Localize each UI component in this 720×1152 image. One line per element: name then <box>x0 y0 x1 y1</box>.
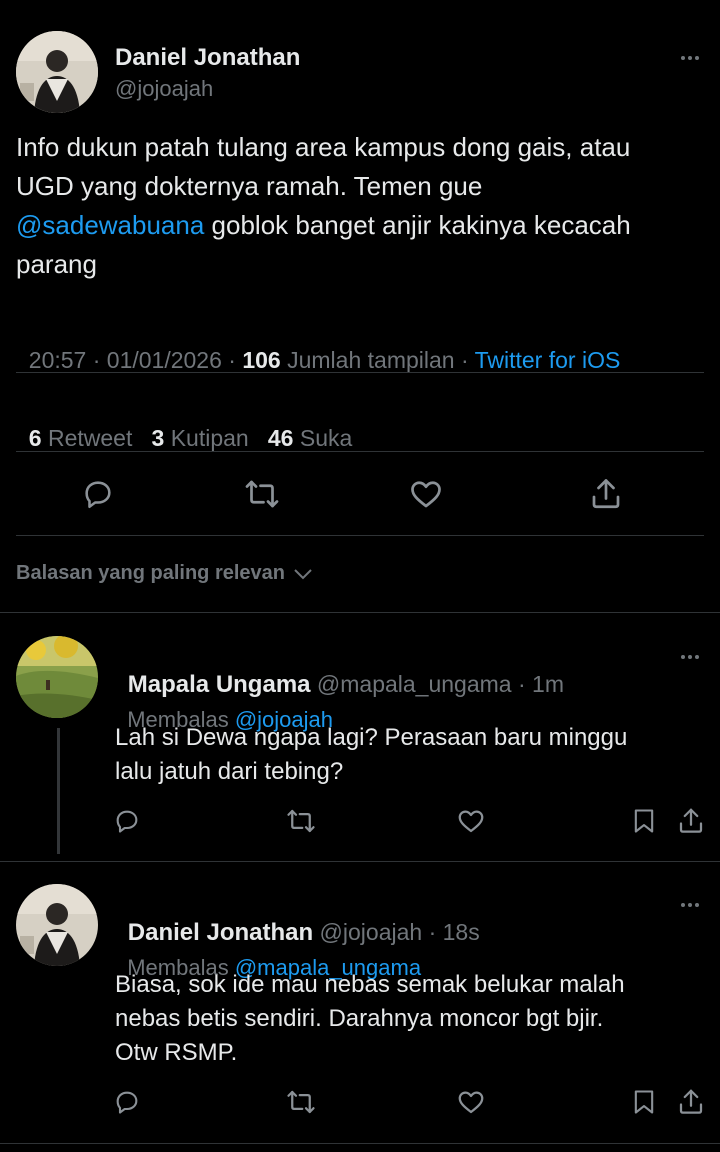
avatar-photo-icon <box>16 636 98 718</box>
bookmark-icon[interactable] <box>627 1085 661 1119</box>
main-author-avatar[interactable] <box>16 31 98 113</box>
retweet-count[interactable]: 6 <box>29 425 42 451</box>
main-author-name[interactable]: Daniel Jonathan <box>115 44 300 72</box>
divider <box>16 535 704 536</box>
reply-text-line: Biasa, sok ide mau nebas semak belukar m… <box>115 971 625 998</box>
retweet-icon[interactable] <box>284 1085 318 1119</box>
tweet-text-line: Info dukun patah tulang area kampus dong… <box>16 132 631 162</box>
reply-avatar[interactable] <box>16 884 98 966</box>
main-more-options-icon[interactable] <box>681 56 699 60</box>
like-icon[interactable] <box>454 804 488 838</box>
tweet-metadata: 20:57 · 01/01/2026 · 106 Jumlah tampilan… <box>16 320 621 374</box>
avatar-photo-icon <box>16 884 98 966</box>
reply-sort-label: Balasan yang paling relevan <box>16 562 285 584</box>
views-label: Jumlah tampilan · <box>280 347 475 373</box>
reply-icon[interactable] <box>110 1085 144 1119</box>
quote-label[interactable]: Kutipan <box>171 425 249 451</box>
reply-avatar[interactable] <box>16 636 98 718</box>
mention-link[interactable]: @sadewabuana <box>16 210 204 240</box>
share-icon[interactable] <box>674 804 708 838</box>
reply-text: Lah si Dewa ngapa lagi? Perasaan baru mi… <box>115 721 627 789</box>
main-tweet-text: Info dukun patah tulang area kampus dong… <box>16 128 706 284</box>
retweet-icon[interactable] <box>284 804 318 838</box>
like-label[interactable]: Suka <box>300 425 352 451</box>
avatar-photo-icon <box>16 31 98 113</box>
tweet-text-line: @sadewabuana goblok banget anjir kakinya… <box>16 206 706 245</box>
views-count[interactable]: 106 <box>242 347 280 373</box>
bookmark-icon[interactable] <box>627 804 661 838</box>
tweet-text-fragment: goblok banget anjir kakinya kecacah <box>204 210 631 240</box>
retweet-icon[interactable] <box>242 474 282 514</box>
reply-text-line: nebas betis sendiri. Darahnya moncor bgt… <box>115 1005 604 1032</box>
tweet-timestamp[interactable]: 20:57 · 01/01/2026 · <box>29 347 243 373</box>
tweet-text-line: parang <box>16 249 97 279</box>
share-icon[interactable] <box>674 1085 708 1119</box>
reply-more-options-icon[interactable] <box>681 903 699 907</box>
divider <box>16 372 704 373</box>
reply-text-line: Otw RSMP. <box>115 1039 238 1066</box>
reply-icon[interactable] <box>110 804 144 838</box>
divider <box>16 451 704 452</box>
retweet-label[interactable]: Retweet <box>48 425 132 451</box>
tweet-text-line: UGD yang dokternya ramah. Temen gue <box>16 171 483 201</box>
reply-icon[interactable] <box>78 474 118 514</box>
divider <box>0 861 720 862</box>
divider <box>0 1143 720 1144</box>
divider <box>0 612 720 613</box>
quote-count[interactable]: 3 <box>152 425 165 451</box>
main-author-handle[interactable]: @jojoajah <box>115 76 213 102</box>
share-icon[interactable] <box>586 474 626 514</box>
reply-text: Biasa, sok ide mau nebas semak belukar m… <box>115 968 625 1070</box>
reply-sort-dropdown[interactable]: Balasan yang paling relevan <box>16 562 313 585</box>
thread-line <box>57 728 60 854</box>
reply-more-options-icon[interactable] <box>681 655 699 659</box>
like-icon[interactable] <box>454 1085 488 1119</box>
reply-text-line: Lah si Dewa ngapa lagi? Perasaan baru mi… <box>115 724 628 751</box>
chevron-down-icon <box>294 568 312 579</box>
like-count[interactable]: 46 <box>268 425 294 451</box>
source-link[interactable]: Twitter for iOS <box>475 347 621 373</box>
reply-text-line: lalu jatuh dari tebing? <box>115 758 344 785</box>
reply-handle-time[interactable]: @mapala_ungama · 1m <box>317 671 564 697</box>
engagement-stats: 6 Retweet 3 Kutipan 46 Suka <box>16 398 353 452</box>
like-icon[interactable] <box>406 474 446 514</box>
